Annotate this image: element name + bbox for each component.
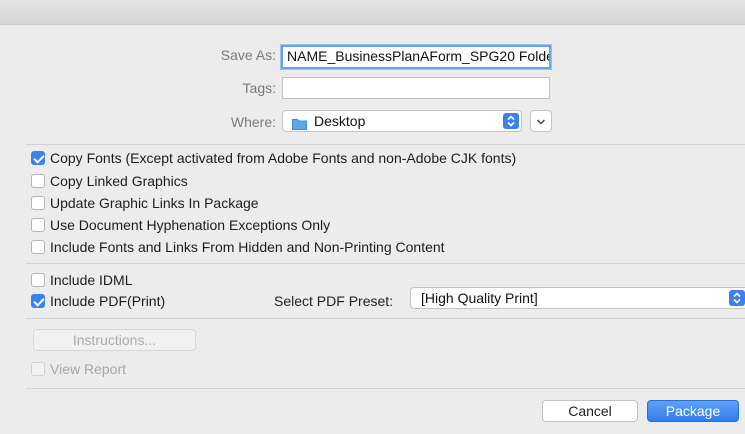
pdf-preset-popup[interactable]: [High Quality Print] <box>410 287 745 309</box>
view-report-checkbox[interactable] <box>31 362 45 376</box>
include-idml-label: Include IDML <box>50 272 133 288</box>
cancel-button[interactable]: Cancel <box>542 400 638 422</box>
copy-fonts-label: Copy Fonts (Except activated from Adobe … <box>50 150 517 166</box>
where-value: Desktop <box>314 113 366 129</box>
separator <box>26 144 745 145</box>
save-as-label: Save As: <box>220 47 276 63</box>
include-pdf-checkbox[interactable] <box>31 294 45 308</box>
expand-dialog-button[interactable] <box>530 110 552 132</box>
folder-icon <box>292 115 307 130</box>
chevron-down-icon <box>535 114 547 134</box>
include-idml-checkbox[interactable] <box>31 273 45 287</box>
include-hidden-content-label: Include Fonts and Links From Hidden and … <box>50 239 445 255</box>
package-button[interactable]: Package <box>647 400 739 422</box>
separator <box>26 388 745 389</box>
view-report-label: View Report <box>50 361 127 377</box>
update-graphic-links-checkbox[interactable] <box>31 196 45 210</box>
where-popup[interactable]: Desktop <box>282 110 522 132</box>
update-graphic-links-label: Update Graphic Links In Package <box>50 195 259 211</box>
pdf-preset-value: [High Quality Print] <box>421 290 538 306</box>
include-pdf-label: Include PDF(Print) <box>50 293 166 309</box>
hyphenation-exceptions-label: Use Document Hyphenation Exceptions Only <box>50 217 331 233</box>
window-titlebar <box>0 0 745 25</box>
where-label: Where: <box>230 114 276 130</box>
updown-chevron-icon <box>729 290 745 306</box>
separator <box>26 318 745 319</box>
copy-linked-graphics-checkbox[interactable] <box>31 174 45 188</box>
hyphenation-exceptions-checkbox[interactable] <box>31 218 45 232</box>
copy-linked-graphics-label: Copy Linked Graphics <box>50 173 188 189</box>
include-hidden-content-checkbox[interactable] <box>31 240 45 254</box>
separator <box>26 263 745 264</box>
save-as-input[interactable]: NAME_BusinessPlanAForm_SPG20 Folder <box>281 45 551 69</box>
updown-chevron-icon <box>503 113 519 129</box>
instructions-button[interactable]: Instructions... <box>33 329 196 351</box>
copy-fonts-checkbox[interactable] <box>31 151 45 165</box>
pdf-preset-label: Select PDF Preset: <box>274 293 394 309</box>
tags-label: Tags: <box>242 80 276 96</box>
tags-input[interactable] <box>282 77 550 99</box>
